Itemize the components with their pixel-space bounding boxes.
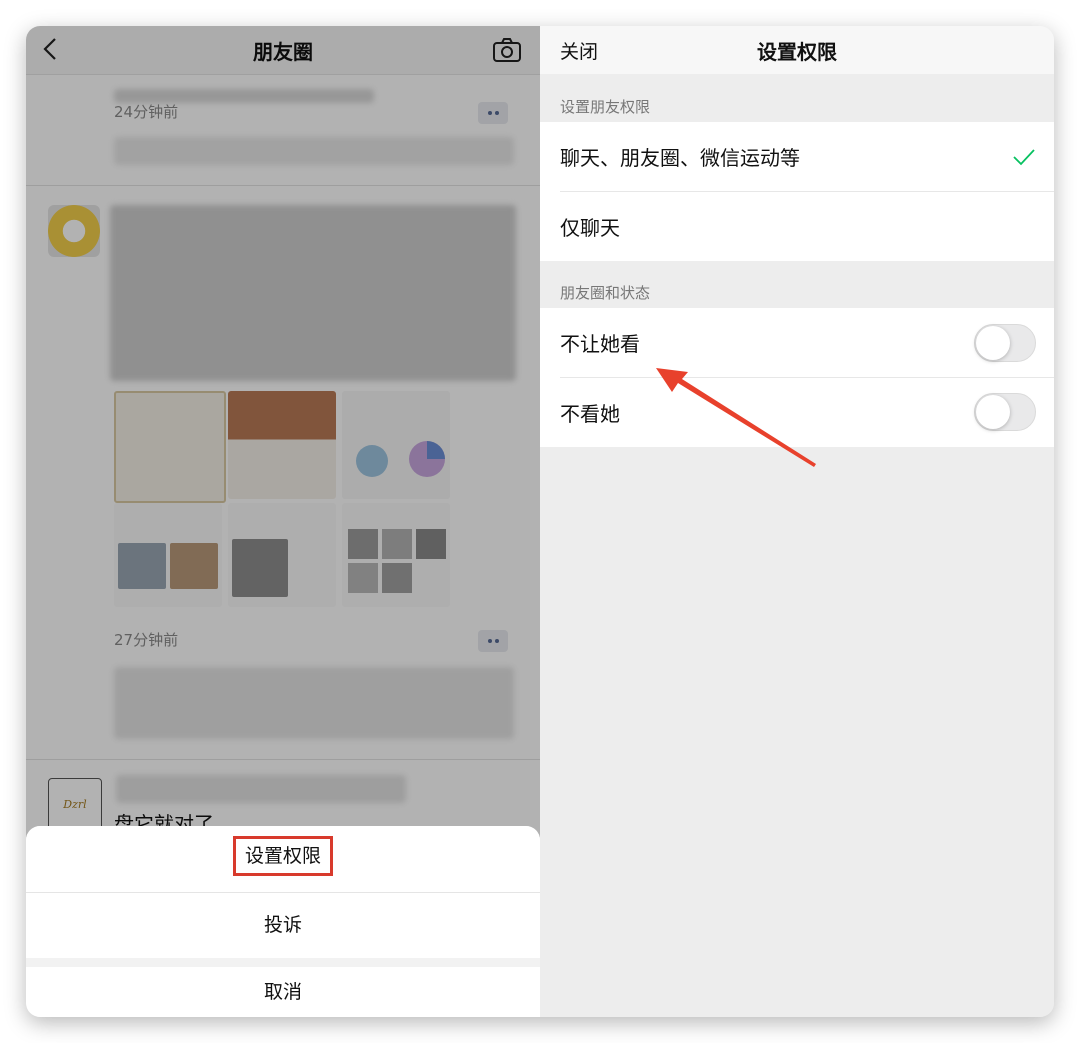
- cancel-button[interactable]: 取消: [26, 967, 540, 1017]
- toggle-knob: [976, 326, 1010, 360]
- settings-title: 设置权限: [757, 40, 837, 64]
- set-permission-label: 设置权限: [232, 836, 333, 876]
- toggle-label: 不看她: [560, 402, 620, 426]
- toggle-knob: [976, 395, 1010, 429]
- action-sheet: 设置权限 投诉 取消: [26, 826, 540, 1017]
- annotation-arrow-icon: [656, 368, 816, 467]
- report-option[interactable]: 投诉: [26, 893, 540, 958]
- moments-pane: 朋友圈 24分钟前 27分钟前 Dzrl 盘它就对了 设置权限 投诉 取消: [26, 26, 540, 1017]
- permission-settings-pane: 关闭 设置权限 设置朋友权限 聊天、朋友圈、微信运动等 仅聊天 朋友圈和状态 不…: [540, 26, 1054, 1017]
- section-label-moments-status: 朋友圈和状态: [560, 284, 651, 302]
- toggle-label: 不让她看: [560, 332, 640, 356]
- section-label-friend-permission: 设置朋友权限: [560, 98, 651, 116]
- option-chat-moments-werun[interactable]: 聊天、朋友圈、微信运动等: [540, 122, 1054, 192]
- hide-my-moments-toggle[interactable]: [974, 324, 1036, 362]
- checkmark-icon: [1013, 149, 1035, 166]
- set-permission-option[interactable]: 设置权限: [26, 826, 540, 892]
- option-chat-only[interactable]: 仅聊天: [540, 192, 1054, 261]
- settings-nav-bar: 关闭 设置权限: [540, 26, 1054, 74]
- option-label: 仅聊天: [560, 216, 620, 240]
- option-label: 聊天、朋友圈、微信运动等: [560, 146, 800, 170]
- screenshot-frame: 朋友圈 24分钟前 27分钟前 Dzrl 盘它就对了 设置权限 投诉 取消 关闭…: [26, 26, 1054, 1017]
- hide-her-moments-toggle[interactable]: [974, 393, 1036, 431]
